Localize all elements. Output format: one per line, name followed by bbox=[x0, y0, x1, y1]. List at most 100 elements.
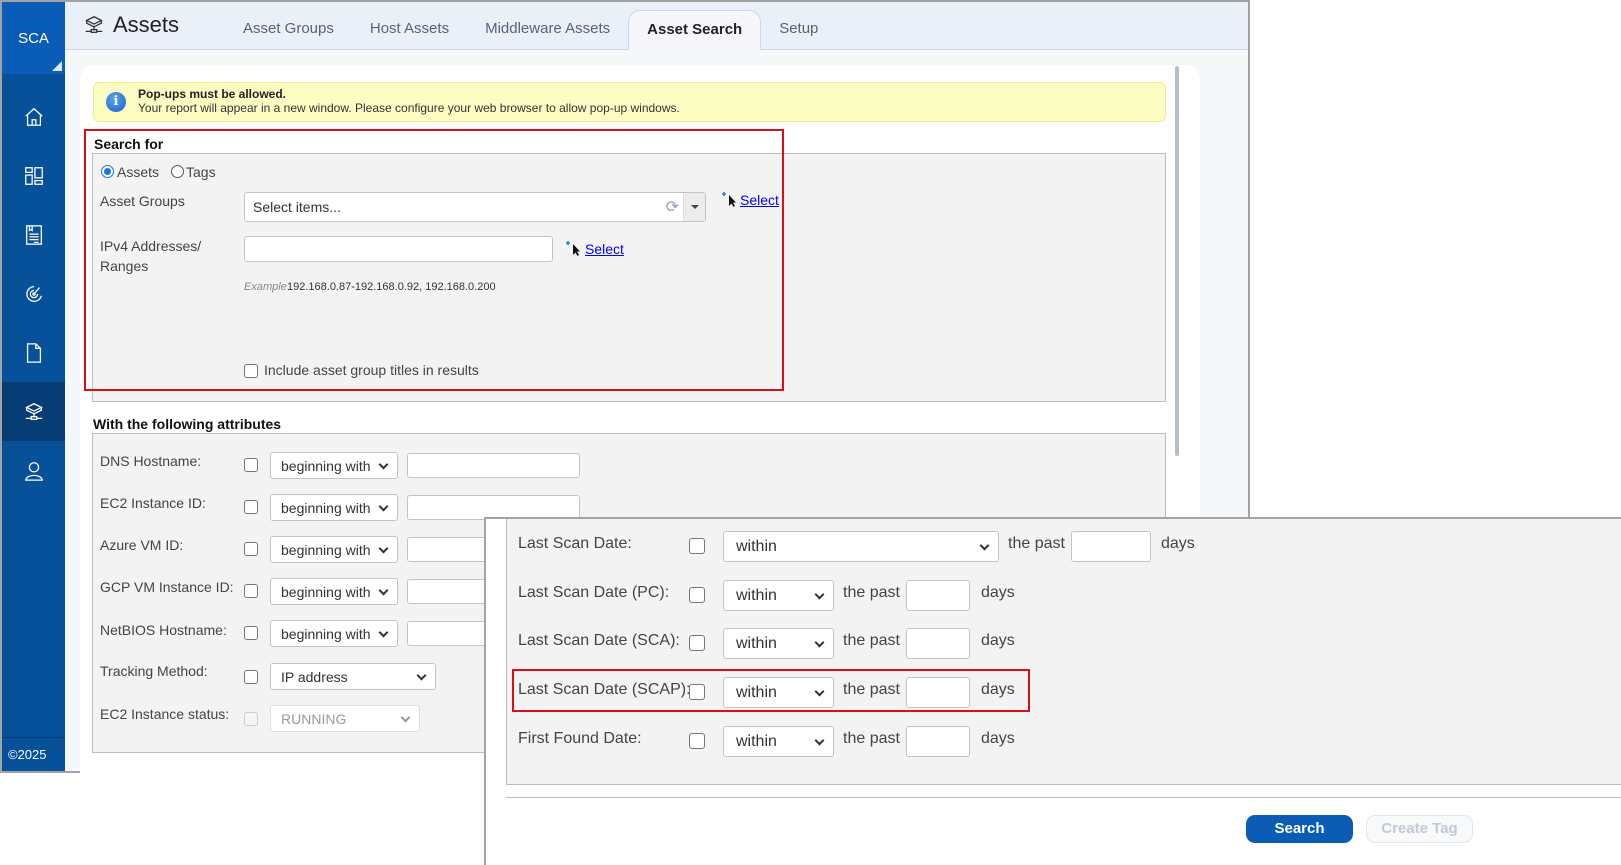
sidebar-item-assets[interactable] bbox=[2, 382, 65, 441]
last-scan-date-pc-operator[interactable]: within bbox=[723, 580, 834, 611]
tab-middleware-assets[interactable]: Middleware Assets bbox=[467, 10, 628, 50]
operator-value: beginning with bbox=[281, 458, 371, 474]
last-scan-date-pc-checkbox[interactable] bbox=[689, 587, 705, 603]
first-found-date-label: First Found Date: bbox=[518, 730, 642, 747]
azure-vm-id-checkbox[interactable] bbox=[244, 542, 258, 556]
last-scan-date-operator[interactable]: within bbox=[723, 531, 999, 562]
scan-gauge-icon bbox=[25, 285, 42, 302]
date-filters-box bbox=[506, 519, 1621, 785]
ec2-instance-status-checkbox[interactable] bbox=[244, 712, 258, 726]
tab-asset-search[interactable]: Asset Search bbox=[628, 10, 762, 50]
days-label: days bbox=[981, 584, 1015, 601]
chevron-down-icon bbox=[814, 637, 825, 648]
first-found-date-checkbox[interactable] bbox=[689, 733, 705, 749]
report-icon bbox=[25, 224, 42, 245]
zoomed-date-filters-window: Last Scan Date: within the past days Las… bbox=[484, 517, 1621, 865]
dns-hostname-label: DNS Hostname: bbox=[100, 453, 202, 469]
operator-value: beginning with bbox=[281, 584, 371, 600]
last-scan-date-pc-days-input[interactable] bbox=[906, 580, 970, 611]
highlight-search-for bbox=[84, 129, 784, 391]
first-found-date-operator[interactable]: within bbox=[723, 726, 834, 757]
the-past-label: the past bbox=[843, 584, 900, 601]
user-icon bbox=[24, 461, 43, 481]
last-scan-date-sca-operator[interactable]: within bbox=[723, 628, 834, 659]
chevron-down-icon bbox=[378, 585, 389, 596]
gcp-vm-instance-id-operator[interactable]: beginning with bbox=[270, 578, 398, 605]
chevron-down-icon bbox=[378, 501, 389, 512]
tracking-method-value: IP address bbox=[281, 669, 348, 685]
ec2-instance-id-label: EC2 Instance ID: bbox=[100, 495, 206, 511]
operator-value: beginning with bbox=[281, 542, 371, 558]
info-icon: i bbox=[106, 92, 126, 112]
last-scan-date-sca-days-input[interactable] bbox=[906, 628, 970, 659]
brand-label: SCA bbox=[18, 29, 49, 47]
operator-value: beginning with bbox=[281, 500, 371, 516]
first-found-date-days-input[interactable] bbox=[906, 726, 970, 757]
netbios-hostname-checkbox[interactable] bbox=[244, 626, 258, 640]
assets-network-icon bbox=[24, 402, 43, 420]
tab-host-assets[interactable]: Host Assets bbox=[352, 10, 467, 50]
search-button[interactable]: Search bbox=[1246, 815, 1353, 843]
brand-menu[interactable]: SCA bbox=[2, 2, 65, 74]
gcp-vm-instance-id-label: GCP VM Instance ID: bbox=[100, 579, 234, 595]
ec2-instance-id-checkbox[interactable] bbox=[244, 500, 258, 514]
gcp-vm-instance-id-checkbox[interactable] bbox=[244, 584, 258, 598]
chevron-down-icon bbox=[814, 735, 825, 746]
netbios-hostname-operator[interactable]: beginning with bbox=[270, 620, 398, 647]
operator-value: within bbox=[736, 733, 777, 750]
assets-title-icon bbox=[85, 16, 103, 33]
tab-setup[interactable]: Setup bbox=[761, 10, 836, 50]
divider bbox=[506, 797, 1621, 798]
ec2-instance-status-select[interactable]: RUNNING bbox=[270, 705, 420, 732]
sidebar-item-reports[interactable] bbox=[2, 205, 65, 264]
the-past-label: the past bbox=[843, 632, 900, 649]
copyright: ©2025 bbox=[2, 737, 65, 771]
last-scan-date-label: Last Scan Date: bbox=[518, 535, 632, 552]
chevron-down-icon bbox=[378, 459, 389, 470]
sidebar-item-dashboard[interactable] bbox=[2, 146, 65, 205]
scrollbar[interactable] bbox=[1175, 66, 1179, 456]
ec2-instance-id-operator[interactable]: beginning with bbox=[270, 494, 398, 521]
last-scan-date-sca-checkbox[interactable] bbox=[689, 635, 705, 651]
document-icon bbox=[26, 342, 41, 363]
tab-asset-groups[interactable]: Asset Groups bbox=[225, 10, 352, 50]
chevron-down-icon bbox=[979, 540, 990, 551]
dashboard-icon bbox=[24, 166, 43, 185]
sidebar-item-scans[interactable] bbox=[2, 264, 65, 323]
last-scan-date-sca-label: Last Scan Date (SCA): bbox=[518, 632, 680, 649]
tracking-method-label: Tracking Method: bbox=[100, 663, 208, 679]
last-scan-date-days-input[interactable] bbox=[1071, 531, 1151, 562]
sidebar-item-documents[interactable] bbox=[2, 323, 65, 382]
home-icon bbox=[24, 107, 43, 126]
chevron-down-icon bbox=[814, 589, 825, 600]
dns-hostname-checkbox[interactable] bbox=[244, 458, 258, 472]
ec2-instance-status-label: EC2 Instance status: bbox=[100, 706, 230, 722]
attributes-title: With the following attributes bbox=[93, 416, 282, 432]
operator-value: within bbox=[736, 538, 777, 555]
alert-message: Your report will appear in a new window.… bbox=[138, 101, 680, 115]
azure-vm-id-operator[interactable]: beginning with bbox=[270, 536, 398, 563]
ec2-instance-status-value: RUNNING bbox=[281, 711, 347, 727]
operator-value: within bbox=[736, 635, 777, 652]
sidebar-item-home[interactable] bbox=[2, 87, 65, 146]
operator-value: within bbox=[736, 587, 777, 604]
the-past-label: the past bbox=[843, 730, 900, 747]
days-label: days bbox=[981, 632, 1015, 649]
dns-hostname-operator[interactable]: beginning with bbox=[270, 452, 398, 479]
netbios-hostname-label: NetBIOS Hostname: bbox=[100, 622, 227, 638]
menu-corner-icon bbox=[52, 61, 62, 71]
azure-vm-id-label: Azure VM ID: bbox=[100, 537, 184, 553]
tracking-method-select[interactable]: IP address bbox=[270, 663, 436, 690]
last-scan-date-checkbox[interactable] bbox=[689, 538, 705, 554]
create-tag-button[interactable]: Create Tag bbox=[1366, 815, 1473, 843]
page-title: Assets bbox=[83, 12, 179, 38]
tracking-method-checkbox[interactable] bbox=[244, 670, 258, 684]
sidebar-item-users[interactable] bbox=[2, 441, 65, 500]
last-scan-date-pc-label: Last Scan Date (PC): bbox=[518, 584, 670, 601]
chevron-down-icon bbox=[400, 712, 411, 723]
top-bar: Assets Asset Groups Host Assets Middlewa… bbox=[65, 2, 1248, 50]
chevron-down-icon bbox=[378, 543, 389, 554]
page-title-text: Assets bbox=[113, 12, 180, 37]
chevron-down-icon bbox=[416, 670, 427, 681]
dns-hostname-input[interactable] bbox=[407, 453, 580, 478]
